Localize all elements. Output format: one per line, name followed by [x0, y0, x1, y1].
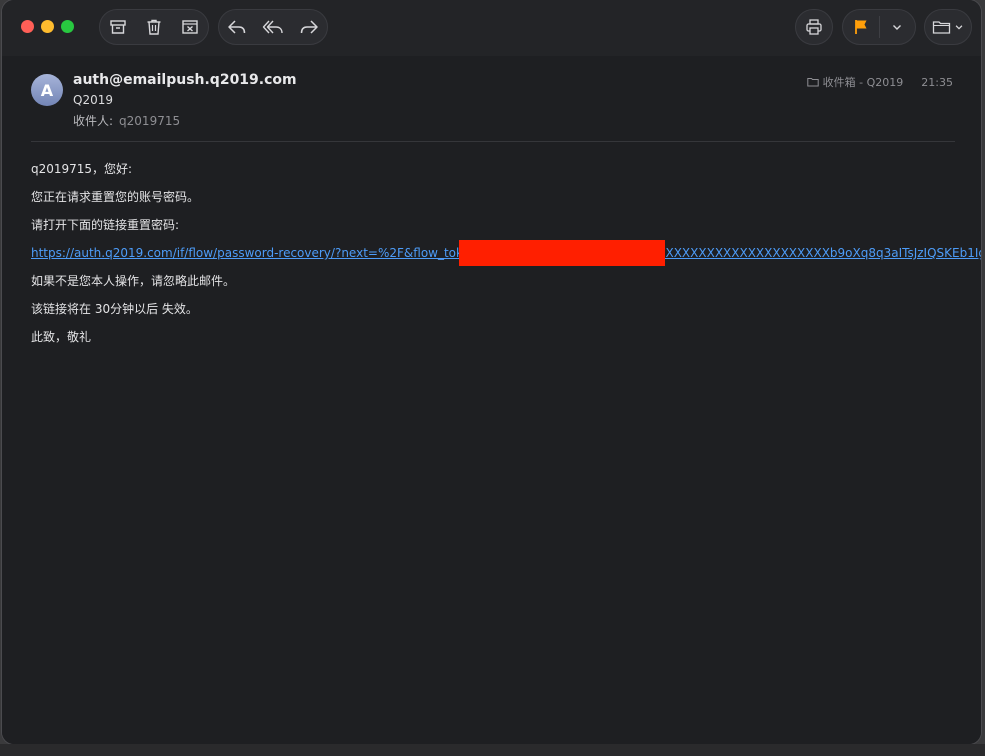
mailbox-label: 收件箱 - Q2019 — [822, 76, 904, 89]
message-time: 21:35 — [921, 75, 953, 89]
flag-button[interactable] — [843, 10, 879, 44]
zoom-window-button[interactable] — [61, 20, 74, 33]
forward-icon — [300, 20, 318, 34]
body-line: 如果不是您本人操作，请忽略此邮件。 — [31, 274, 236, 288]
trash-icon — [147, 19, 161, 35]
message-subject: Q2019 — [73, 93, 113, 107]
flag-menu-button[interactable] — [879, 10, 915, 44]
reply-all-button[interactable] — [255, 10, 291, 44]
body-line: 您正在请求重置您的账号密码。 — [31, 190, 200, 204]
chevron-down-icon — [893, 25, 902, 30]
reply-actions-group — [218, 9, 328, 45]
mailbox-indicator[interactable]: 收件箱 - Q2019 — [806, 74, 904, 90]
archive-icon — [110, 20, 126, 34]
greeting: q2019715，您好: — [31, 162, 133, 176]
minimize-window-button[interactable] — [41, 20, 54, 33]
forward-button[interactable] — [291, 10, 327, 44]
archive-button[interactable] — [100, 10, 136, 44]
message-meta: 收件箱 - Q2019 21:35 — [806, 74, 953, 90]
move-to-mailbox-button[interactable] — [924, 9, 972, 45]
chevron-down-icon — [955, 25, 963, 30]
print-icon — [806, 19, 822, 35]
reply-all-icon — [262, 20, 283, 34]
reply-button[interactable] — [219, 10, 255, 44]
folder-icon — [932, 21, 951, 34]
header-divider — [31, 141, 955, 142]
flag-group — [842, 9, 916, 45]
junk-button[interactable] — [172, 10, 208, 44]
toolbar — [2, 0, 981, 56]
recipient-row: 收件人: q2019715 — [73, 112, 180, 129]
recipient-value[interactable]: q2019715 — [119, 114, 180, 128]
print-button[interactable] — [795, 9, 833, 45]
avatar-initial: A — [40, 80, 54, 100]
trash-button[interactable] — [136, 10, 172, 44]
close-window-button[interactable] — [21, 20, 34, 33]
junk-icon — [182, 20, 198, 34]
body-line: 请打开下面的链接重置密码: — [31, 218, 180, 232]
body-line: 该链接将在 30分钟以后 失效。 — [31, 302, 198, 316]
mail-window: A auth@emailpush.q2019.com Q2019 收件人: q20… — [2, 0, 981, 744]
delete-actions-group — [99, 9, 209, 45]
folder-icon — [806, 78, 819, 87]
reset-link-wrapper: https://auth.q2019.com/if/flow/password-… — [31, 240, 981, 266]
sender-address[interactable]: auth@emailpush.q2019.com — [73, 72, 297, 88]
reply-icon — [228, 20, 246, 34]
message-body: q2019715，您好: 您正在请求重置您的账号密码。 请打开下面的链接重置密码… — [31, 162, 981, 358]
message-view: A auth@emailpush.q2019.com Q2019 收件人: q20… — [2, 56, 981, 744]
closing: 此致，敬礼 — [31, 330, 92, 344]
redaction-box — [459, 240, 665, 266]
recipient-label: 收件人: — [73, 114, 114, 128]
sender-avatar: A — [31, 74, 63, 106]
flag-icon — [854, 20, 867, 34]
desktop-background — [0, 744, 985, 756]
